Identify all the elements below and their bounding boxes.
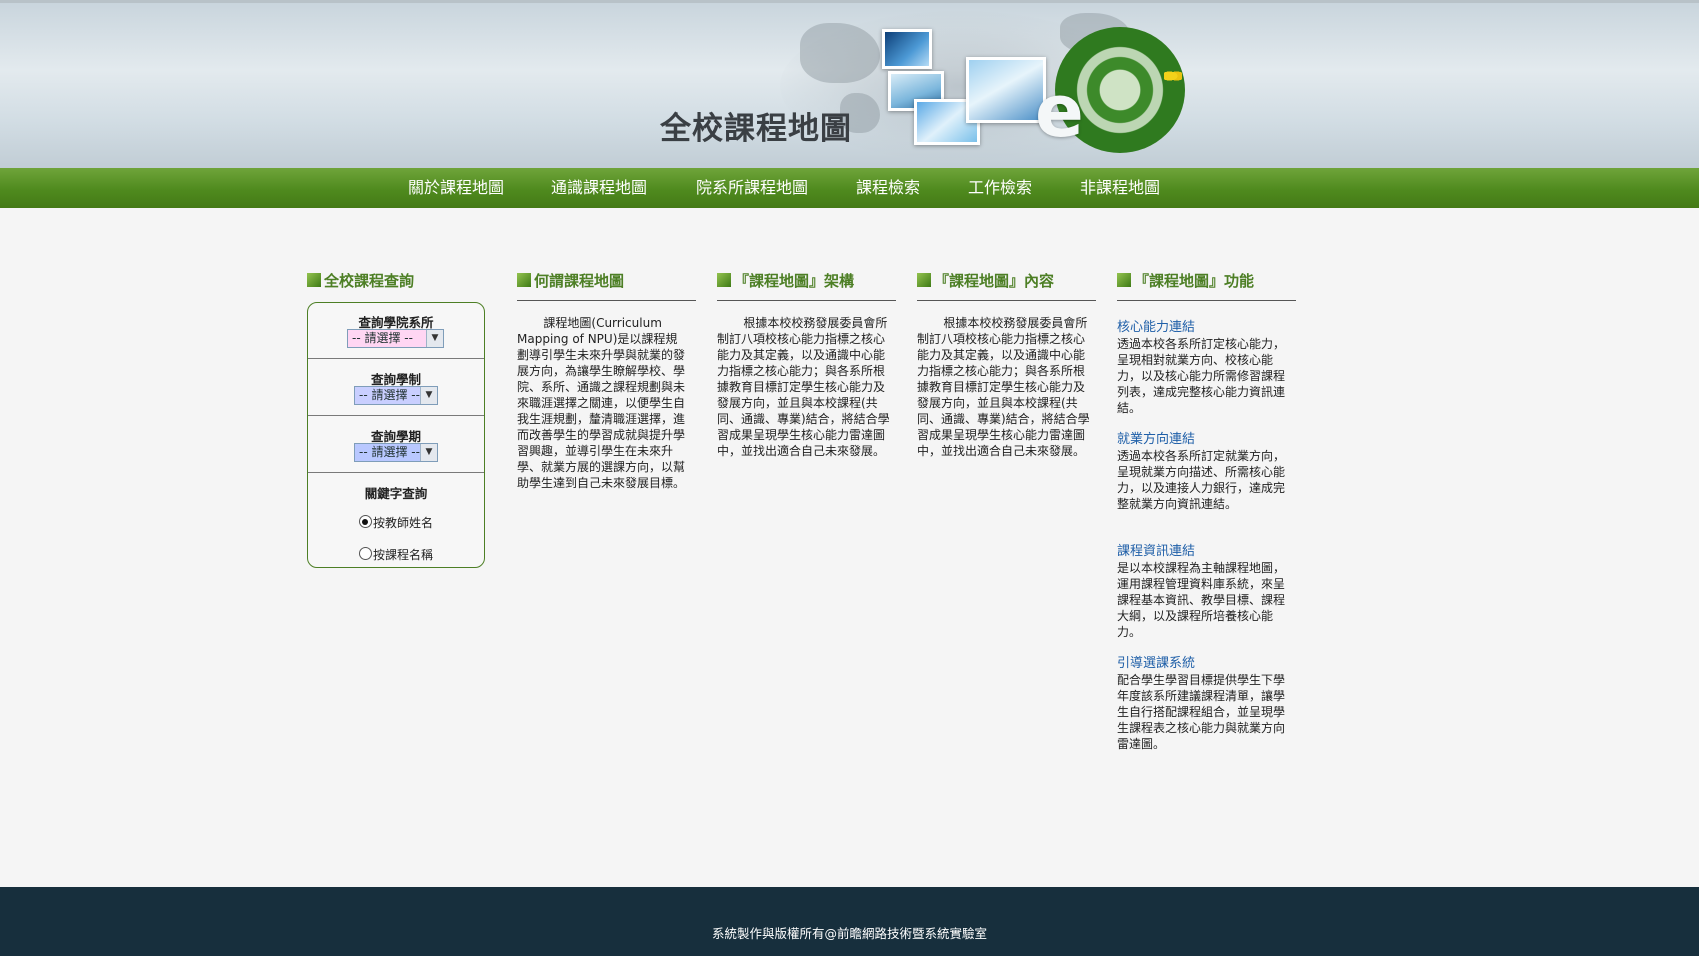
- function-link-course-info[interactable]: 課程資訊連結: [1117, 540, 1195, 559]
- function-link-career-direction[interactable]: 就業方向連結: [1117, 428, 1195, 447]
- what-text: 課程地圖(Curriculum Mapping of NPU)是以課程規劃導引學…: [517, 316, 686, 490]
- green-square-icon: [917, 273, 931, 287]
- content-heading: 『課程地圖』內容: [917, 270, 1054, 292]
- green-square-icon: [517, 273, 531, 287]
- department-select-value: -- 請選擇 --: [352, 331, 413, 345]
- radio-course-label: 按課程名稱: [372, 548, 433, 562]
- radio-selected-icon[interactable]: [358, 515, 372, 528]
- function-text-course-info: 是以本校課程為主軸課程地圖，運用課程管理資料庫系統，來呈課程基本資訊、教學目標、…: [1117, 561, 1286, 639]
- functions-heading: 『課程地圖』功能: [1117, 270, 1254, 292]
- function-text-core-ability: 透過本校各系所訂定核心能力，呈現相對就業方向、校核心能力，以及核心能力所需修習課…: [1117, 337, 1286, 415]
- green-square-icon: [307, 273, 321, 287]
- nav-job-search[interactable]: 工作檢索: [968, 168, 1032, 208]
- keyword-label: 關鍵字查詢: [364, 486, 428, 501]
- function-text-career-direction: 透過本校各系所訂定就業方向，呈現就業方向描述、所需核心能力，以及連接人力銀行，達…: [1117, 449, 1286, 511]
- content-divider: [917, 300, 1096, 301]
- chevron-down-icon: ▼: [420, 444, 437, 461]
- footer: 系統製作與版權所有@前瞻網路技術暨系統實驗室: [0, 887, 1699, 956]
- what-heading: 何謂課程地圖: [517, 270, 624, 292]
- framework-text: 根據本校校務發展委員會所制訂八項校核心能力指標之核心能力及其定義，以及通識中心能…: [717, 316, 890, 458]
- green-square-icon: [717, 273, 731, 287]
- function-link-core-ability[interactable]: 核心能力連結: [1117, 316, 1195, 335]
- nav-course-search[interactable]: 課程檢索: [856, 168, 920, 208]
- radio-unselected-icon[interactable]: [358, 547, 372, 560]
- content-heading-label: 『課程地圖』內容: [934, 272, 1055, 290]
- term-select-value: -- 請選擇 --: [359, 445, 420, 459]
- site-title: 全校課程地圖: [660, 111, 852, 147]
- system-select-value: -- 請選擇 --: [359, 388, 420, 402]
- footer-copyright: 系統製作與版權所有@前瞻網路技術暨系統實驗室: [711, 926, 987, 941]
- nav-non-course-map[interactable]: 非課程地圖: [1080, 168, 1160, 208]
- radio-course-name[interactable]: 按課程名稱: [308, 546, 484, 563]
- framework-divider: [717, 300, 896, 301]
- chevron-down-icon: ▼: [420, 387, 437, 404]
- radio-teacher-label: 按教師姓名: [372, 516, 433, 530]
- query-term-section: 查詢學期 -- 請選擇 -- ▼: [308, 416, 484, 473]
- radio-teacher-name[interactable]: 按教師姓名: [308, 514, 484, 531]
- query-heading-label: 全校課程查詢: [324, 272, 415, 290]
- query-panel: 查詢學院系所 -- 請選擇 -- ▼ 查詢學制 -- 請選擇 -- ▼ 查詢學期…: [307, 302, 485, 568]
- butterfly-icon: [1164, 69, 1182, 83]
- green-square-icon: [1117, 273, 1131, 287]
- header-banner: 全校課程地圖 e: [0, 0, 1699, 171]
- banner-photo: [966, 57, 1046, 123]
- what-divider: [517, 300, 696, 301]
- system-select[interactable]: -- 請選擇 -- ▼: [354, 386, 438, 405]
- query-system-section: 查詢學制 -- 請選擇 -- ▼: [308, 359, 484, 416]
- function-link-course-guidance[interactable]: 引導選課系統: [1117, 652, 1195, 671]
- nav-about-course-map[interactable]: 關於課程地圖: [408, 168, 504, 208]
- query-department-section: 查詢學院系所 -- 請選擇 -- ▼: [308, 303, 484, 359]
- framework-heading: 『課程地圖』架構: [717, 270, 854, 292]
- banner-photo: [882, 29, 932, 69]
- department-select[interactable]: -- 請選擇 -- ▼: [347, 329, 444, 348]
- content-text: 根據本校校務發展委員會所制訂八項校核心能力指標之核心能力及其定義，以及通識中心能…: [917, 316, 1090, 458]
- nav-department-course-map[interactable]: 院系所課程地圖: [696, 168, 808, 208]
- functions-divider: [1117, 300, 1296, 301]
- chevron-down-icon: ▼: [426, 330, 443, 347]
- functions-heading-label: 『課程地圖』功能: [1134, 272, 1255, 290]
- nav-general-education-map[interactable]: 通識課程地圖: [551, 168, 647, 208]
- main-nav: 關於課程地圖 通識課程地圖 院系所課程地圖 課程檢索 工作檢索 非課程地圖: [0, 168, 1699, 208]
- logo-e-letter: e: [1035, 69, 1084, 153]
- what-heading-label: 何謂課程地圖: [534, 272, 625, 290]
- function-text-course-guidance: 配合學生學習目標提供學生下學年度該系所建議課程清單，讓學生自行搭配課程組合，並呈…: [1117, 673, 1286, 751]
- framework-heading-label: 『課程地圖』架構: [734, 272, 855, 290]
- term-select[interactable]: -- 請選擇 -- ▼: [354, 443, 438, 462]
- query-heading: 全校課程查詢: [307, 270, 414, 292]
